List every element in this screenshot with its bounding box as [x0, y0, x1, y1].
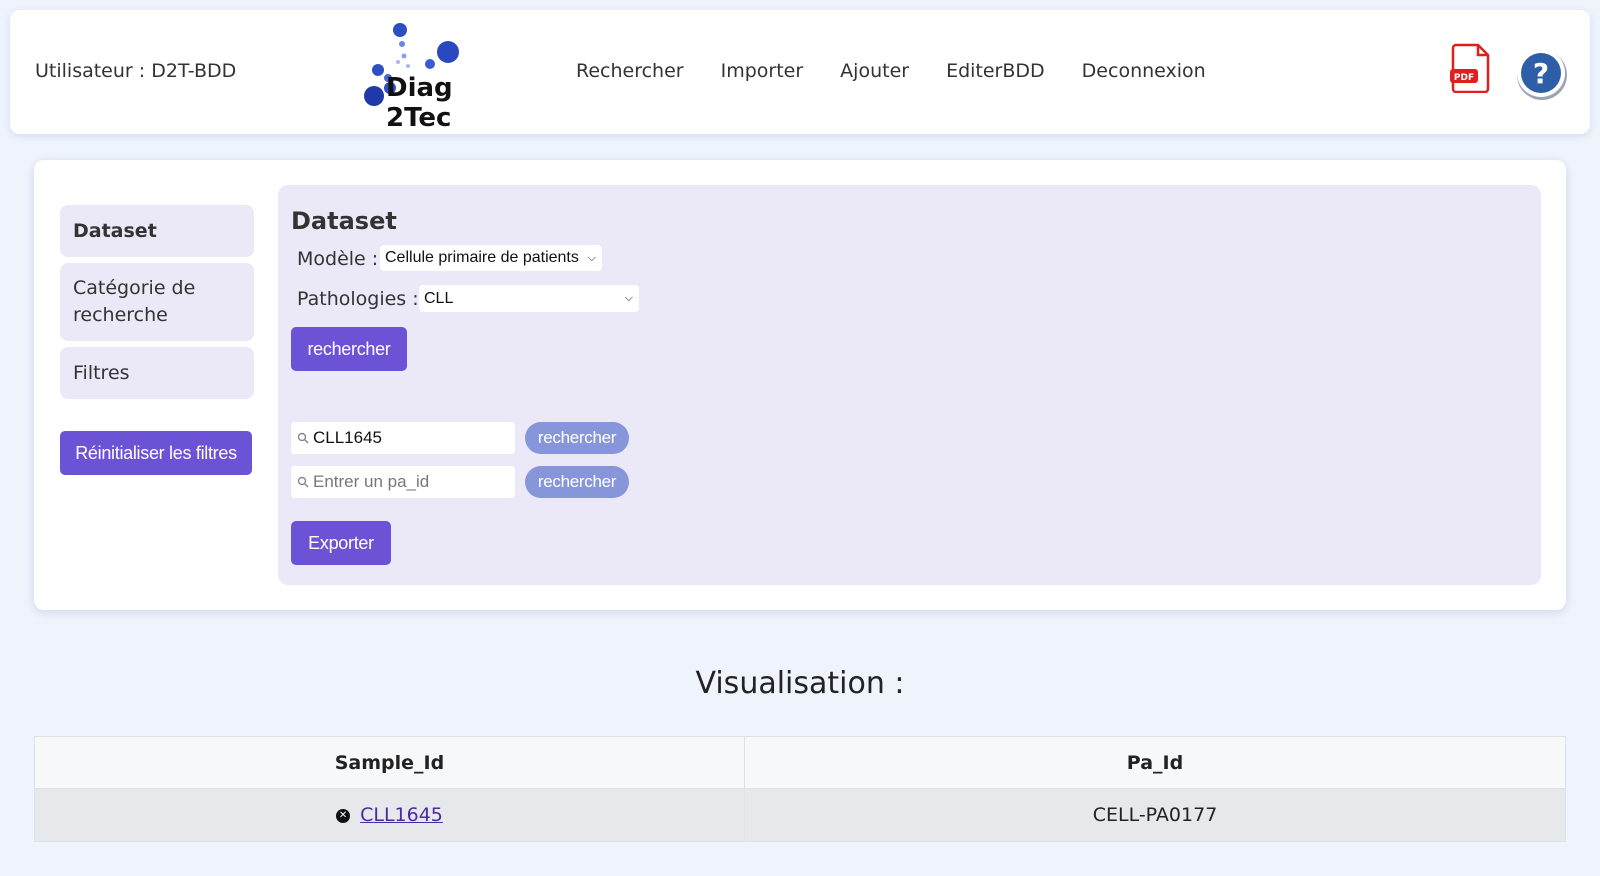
search-icon: [297, 476, 309, 488]
nav-editerbdd[interactable]: EditerBDD: [946, 60, 1045, 82]
visualisation-title: Visualisation :: [695, 666, 905, 701]
reset-filters-button[interactable]: Réinitialiser les filtres: [60, 431, 252, 475]
column-header-sample-id: Sample_Id: [34, 736, 745, 789]
svg-text:?: ?: [1533, 57, 1549, 90]
diag2tec-logo: Diag 2Tec: [364, 23, 459, 133]
pa-search-box: [291, 466, 515, 498]
user-label: Utilisateur : D2T-BDD: [35, 60, 237, 82]
nav-rechercher[interactable]: Rechercher: [576, 60, 684, 82]
pathology-select-value: CLL: [424, 289, 454, 307]
search-panel: Dataset Catégorie de recherche Filtres R…: [34, 160, 1566, 610]
pa-id-input[interactable]: [313, 472, 503, 492]
table-row: ✕ CLL1645 CELL-PA0177: [34, 788, 1566, 842]
dataset-content: Dataset Modèle : Cellule primaire de pat…: [278, 185, 1541, 585]
search-icon: [297, 432, 309, 444]
pathology-label: Pathologies :: [297, 288, 419, 310]
sample-search-box: [291, 422, 515, 454]
sample-id-cell: ✕ CLL1645: [34, 788, 745, 842]
nav-deconnexion[interactable]: Deconnexion: [1082, 60, 1206, 82]
pa-id-cell: CELL-PA0177: [744, 788, 1566, 842]
sidebar-item-categorie[interactable]: Catégorie de recherche: [60, 263, 254, 341]
nav-importer[interactable]: Importer: [721, 60, 804, 82]
svg-text:2Tec: 2Tec: [386, 103, 451, 133]
model-select[interactable]: Cellule primaire de patients ⌵: [380, 245, 602, 271]
svg-text:PDF: PDF: [1454, 73, 1474, 83]
model-select-value: Cellule primaire de patients: [385, 249, 579, 266]
pathology-select[interactable]: CLL ⌵: [419, 285, 639, 312]
dataset-title: Dataset: [291, 207, 397, 235]
help-icon[interactable]: ?: [1514, 46, 1570, 102]
sample-search-button[interactable]: rechercher: [525, 422, 629, 454]
pa-search-button[interactable]: rechercher: [525, 466, 629, 498]
export-button[interactable]: Exporter: [291, 521, 391, 565]
chevron-down-icon: ⌵: [624, 292, 633, 304]
pdf-icon[interactable]: PDF: [1450, 43, 1490, 93]
results-table: Sample_Id Pa_Id ✕ CLL1645 CELL-PA0177: [34, 736, 1566, 842]
chevron-down-icon: ⌵: [587, 251, 596, 264]
sample-id-input[interactable]: [313, 428, 503, 448]
remove-icon[interactable]: ✕: [336, 808, 351, 823]
sample-id-link[interactable]: CLL1645: [360, 804, 443, 826]
main-nav: Rechercher Importer Ajouter EditerBDD De…: [576, 60, 1243, 82]
svg-text:Diag: Diag: [386, 73, 453, 103]
top-header: Utilisateur : D2T-BDD Diag 2Tec Recherch…: [10, 10, 1590, 134]
nav-ajouter[interactable]: Ajouter: [840, 60, 909, 82]
sidebar-item-dataset[interactable]: Dataset: [60, 205, 254, 257]
model-label: Modèle :: [297, 248, 379, 270]
column-header-pa-id: Pa_Id: [744, 736, 1566, 789]
sidebar-item-filtres[interactable]: Filtres: [60, 347, 254, 399]
dataset-search-button[interactable]: rechercher: [291, 327, 407, 371]
